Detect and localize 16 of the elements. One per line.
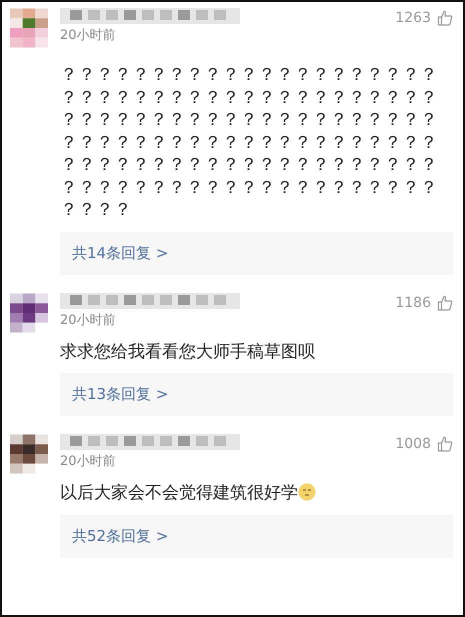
comment-text: 以后大家会不会觉得建筑很好学: [60, 482, 453, 506]
like-count: 1186: [395, 294, 431, 310]
emoji-icon: [298, 483, 316, 502]
thumbs-up-icon[interactable]: [437, 294, 453, 310]
replies-link[interactable]: 共13条回复 >: [60, 373, 453, 416]
comment-time: 20小时前: [60, 27, 117, 44]
comment-time: 20小时前: [60, 453, 117, 470]
comment-time: 20小时前: [60, 312, 117, 328]
comment-text: ？？？？？？？？？？？？？？？？？？？？？？？？？？？？？？？？？？？？？？？？？？？？？？？？？？？？？？？？？？？？？？？？？？？？？？？？？？？？？？？？？？？？？？？？？？？？？？？？？？？？？？？？？？？？？？？？？？？？？？？？？？？？？？？？？？: [60, 64, 439, 222]
like-count: 1263: [395, 10, 431, 26]
comment-text: 求求您给我看看您大师手稿草图呗: [60, 340, 316, 364]
thumbs-up-icon[interactable]: [437, 436, 453, 452]
replies-link[interactable]: 共52条回复 >: [60, 515, 453, 558]
like-count: 1008: [395, 436, 431, 452]
replies-link[interactable]: 共14条回复 >: [60, 232, 453, 274]
thumbs-up-icon[interactable]: [437, 10, 453, 26]
